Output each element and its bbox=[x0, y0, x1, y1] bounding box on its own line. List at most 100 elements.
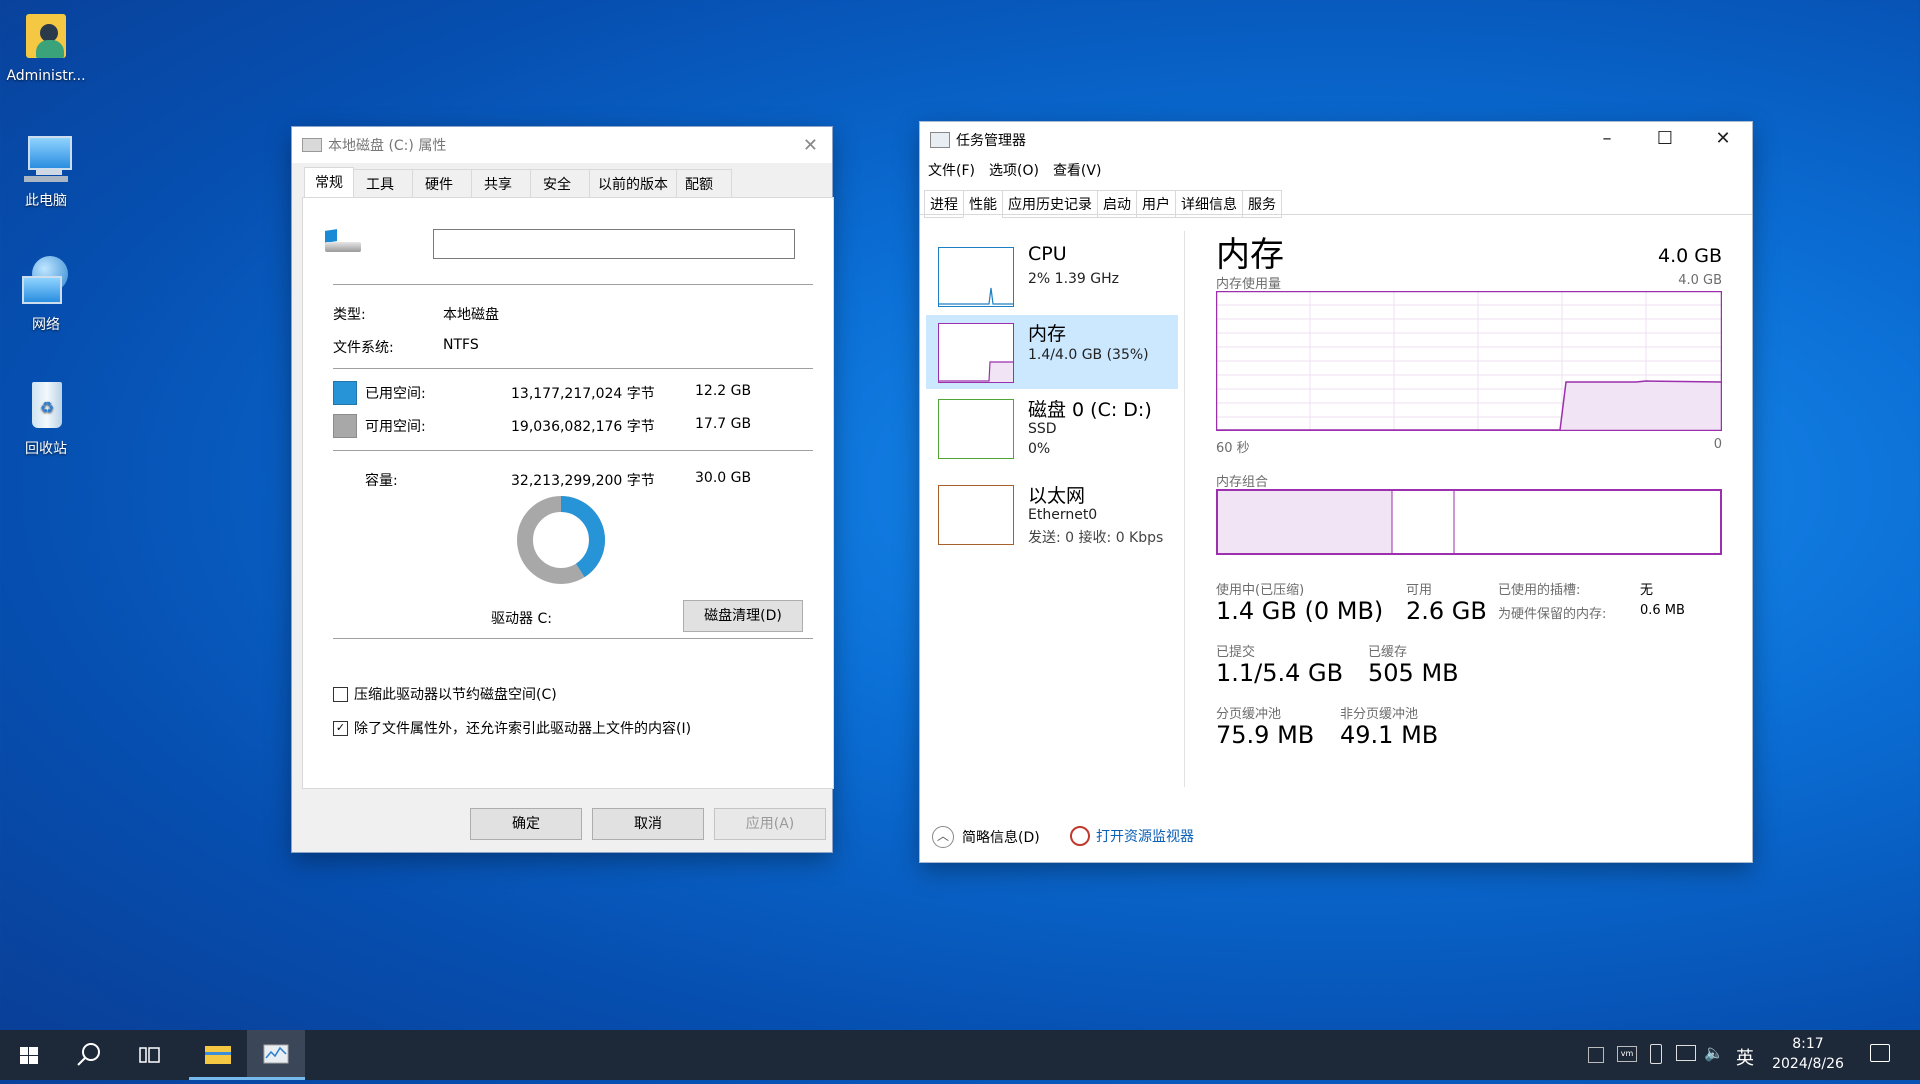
side-sub: 1.4/4.0 GB (35%) bbox=[1028, 347, 1149, 363]
fewer-details-link[interactable]: ︿ 简略信息(D) bbox=[932, 826, 1040, 848]
maximize-button[interactable]: ☐ bbox=[1636, 122, 1694, 158]
used-gb: 12.2 GB bbox=[695, 383, 752, 399]
usb-icon[interactable] bbox=[1650, 1044, 1662, 1064]
disk-cleanup-button[interactable]: 磁盘清理(D) bbox=[683, 600, 803, 632]
tab-previous-versions[interactable]: 以前的版本 bbox=[589, 169, 677, 198]
search-button[interactable] bbox=[60, 1030, 118, 1080]
side-item-memory[interactable]: 内存 1.4/4.0 GB (35%) bbox=[926, 315, 1178, 389]
task-view-icon bbox=[139, 1047, 160, 1063]
dialog-titlebar: 本地磁盘 (C:) 属性 ✕ bbox=[292, 127, 832, 163]
desktop-icon-recycle-bin[interactable]: ♻ 回收站 bbox=[0, 378, 92, 458]
task-manager-taskbar-button[interactable] bbox=[247, 1030, 305, 1080]
notification-center-icon[interactable] bbox=[1870, 1044, 1890, 1062]
memory-composition-bar bbox=[1216, 489, 1722, 555]
vmware-tray-icon[interactable]: vm bbox=[1617, 1046, 1637, 1062]
compress-checkbox[interactable] bbox=[333, 686, 348, 702]
tm-menubar: 文件(F) 选项(O) 查看(V) bbox=[928, 160, 1101, 180]
side-sub: SSD bbox=[1028, 421, 1057, 437]
close-icon[interactable]: ✕ bbox=[803, 135, 818, 156]
general-panel: 类型: 本地磁盘 文件系统: NTFS 已用空间: 13,177,217,024… bbox=[302, 197, 834, 789]
tab-tools[interactable]: 工具 bbox=[353, 169, 413, 198]
task-manager-icon bbox=[930, 132, 950, 148]
close-button[interactable]: ✕ bbox=[1694, 122, 1752, 158]
free-label: 可用空间: bbox=[365, 419, 426, 435]
desktop: Administr... 此电脑 网络 ♻ 回收站 本地磁盘 (C:) 属性 ✕ bbox=[0, 0, 1920, 1030]
side-sub: Ethernet0 bbox=[1028, 507, 1098, 523]
minimize-button[interactable]: – bbox=[1578, 122, 1636, 158]
performance-pane: CPU 2% 1.39 GHz 内存 1.4/4.0 GB (35%) 磁盘 0… bbox=[920, 214, 1752, 815]
capacity-bytes: 32,213,299,200 字节 bbox=[511, 473, 655, 489]
volume-label-input[interactable] bbox=[433, 229, 795, 259]
start-button[interactable] bbox=[0, 1030, 58, 1080]
divider bbox=[333, 638, 813, 639]
index-option[interactable]: ✓ 除了文件属性外，还允许索引此驱动器上文件的内容(I) bbox=[333, 718, 691, 738]
divider bbox=[333, 450, 813, 451]
memory-heading: 内存 bbox=[1216, 235, 1284, 275]
cancel-button[interactable]: 取消 bbox=[592, 808, 704, 840]
memory-total: 4.0 GB bbox=[1657, 245, 1722, 267]
cached-label: 已缓存 bbox=[1368, 645, 1408, 660]
type-value: 本地磁盘 bbox=[443, 307, 499, 323]
reserved-label: 为硬件保留的内存: bbox=[1498, 607, 1607, 622]
tab-hardware[interactable]: 硬件 bbox=[412, 169, 472, 198]
index-checkbox[interactable]: ✓ bbox=[333, 720, 348, 736]
apply-button[interactable]: 应用(A) bbox=[714, 808, 826, 840]
menu-file[interactable]: 文件(F) bbox=[928, 160, 975, 180]
menu-options[interactable]: 选项(O) bbox=[989, 160, 1039, 180]
slots-value: 无 bbox=[1640, 583, 1654, 598]
clock[interactable]: 8:17 2024/8/26 bbox=[1768, 1036, 1848, 1072]
tm-footer: ︿ 简略信息(D) 打开资源监视器 bbox=[920, 814, 1752, 862]
menu-view[interactable]: 查看(V) bbox=[1053, 160, 1102, 180]
desktop-icon-this-pc[interactable]: 此电脑 bbox=[0, 130, 92, 210]
input-language[interactable]: 英 bbox=[1736, 1044, 1754, 1070]
windows-drive-icon bbox=[325, 229, 361, 256]
search-icon bbox=[77, 1043, 100, 1066]
user-folder-icon bbox=[18, 8, 74, 64]
compress-label: 压缩此驱动器以节约磁盘空间(C) bbox=[354, 687, 557, 703]
tm-title: 任务管理器 bbox=[956, 133, 1026, 149]
free-color-swatch bbox=[333, 414, 357, 438]
desktop-icon-network[interactable]: 网络 bbox=[0, 254, 92, 334]
recycle-bin-icon: ♻ bbox=[18, 378, 74, 434]
cached-value: 505 MB bbox=[1368, 659, 1459, 687]
network-icon bbox=[18, 254, 74, 310]
taskbar: vm 🔈 英 8:17 2024/8/26 bbox=[0, 1030, 1920, 1080]
filesystem-value: NTFS bbox=[443, 337, 479, 353]
committed-value: 1.1/5.4 GB bbox=[1216, 659, 1344, 687]
paged-pool-label: 分页缓冲池 bbox=[1216, 707, 1282, 722]
in-use-value: 1.4 GB (0 MB) bbox=[1216, 597, 1384, 625]
paged-pool-value: 75.9 MB bbox=[1216, 721, 1315, 749]
ethernet-thumbnail bbox=[938, 485, 1014, 545]
nonpaged-pool-value: 49.1 MB bbox=[1340, 721, 1439, 749]
used-bytes: 13,177,217,024 字节 bbox=[511, 386, 655, 402]
tab-security[interactable]: 安全 bbox=[530, 169, 590, 198]
usage-donut-chart bbox=[517, 496, 605, 584]
memory-thumbnail bbox=[938, 323, 1014, 383]
file-explorer-button[interactable] bbox=[189, 1030, 247, 1080]
side-item-ethernet[interactable]: 以太网 Ethernet0 发送: 0 接收: 0 Kbps bbox=[926, 477, 1178, 563]
memory-usage-graph bbox=[1216, 291, 1722, 431]
side-item-disk[interactable]: 磁盘 0 (C: D:) SSD 0% bbox=[926, 391, 1178, 477]
ok-button[interactable]: 确定 bbox=[470, 808, 582, 840]
drive-label: 驱动器 C: bbox=[491, 611, 552, 627]
desktop-icon-label: 此电脑 bbox=[25, 193, 67, 209]
slots-label: 已使用的插槽: bbox=[1498, 583, 1581, 598]
volume-muted-icon[interactable]: 🔈 bbox=[1704, 1043, 1724, 1062]
type-label: 类型: bbox=[333, 307, 366, 323]
cpu-sparkline bbox=[939, 287, 1013, 305]
chevron-up-icon: ︿ bbox=[932, 826, 954, 848]
resource-monitor-link[interactable]: 打开资源监视器 bbox=[1070, 826, 1194, 846]
desktop-icon-administrator[interactable]: Administr... bbox=[0, 8, 92, 84]
fewer-details-label: 简略信息(D) bbox=[962, 830, 1040, 846]
tray-square-icon[interactable] bbox=[1588, 1047, 1604, 1063]
resource-monitor-icon bbox=[1070, 826, 1090, 846]
side-item-cpu[interactable]: CPU 2% 1.39 GHz bbox=[926, 239, 1178, 313]
committed-label: 已提交 bbox=[1216, 645, 1256, 660]
compress-option[interactable]: 压缩此驱动器以节约磁盘空间(C) bbox=[333, 684, 557, 704]
task-view-button[interactable] bbox=[120, 1030, 178, 1080]
tab-sharing[interactable]: 共享 bbox=[471, 169, 531, 198]
available-label: 可用 bbox=[1406, 583, 1433, 598]
tab-quota[interactable]: 配额 bbox=[676, 169, 732, 198]
tab-general[interactable]: 常规 bbox=[304, 167, 354, 200]
network-tray-icon[interactable] bbox=[1676, 1045, 1696, 1061]
